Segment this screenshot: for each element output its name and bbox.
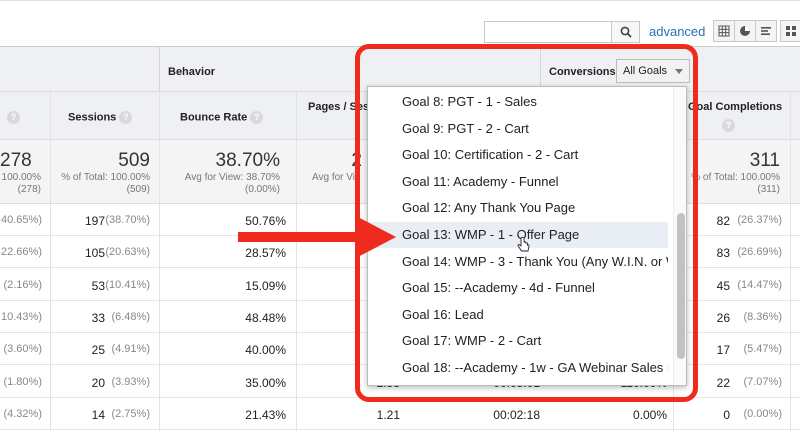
goal-option[interactable]: Goal 11: Academy - Funnel [368, 169, 668, 195]
pie-view-icon [740, 26, 750, 36]
bounce-rate-cell: 40.00% [245, 343, 286, 358]
sessions-pct-cell: (10.41%) [105, 278, 150, 291]
table-view-icon [718, 25, 730, 37]
bounce-rate-cell: 21.43% [245, 407, 286, 422]
pages-session-cell: 1.21 [376, 407, 400, 422]
table-row[interactable]: (4.32%) 14 (2.75%) 21.43% 1.21 00:02:18 0.00% 0… [0, 397, 800, 430]
users-total: 278 [0, 150, 32, 171]
dropdown-scroll-thumb[interactable] [677, 213, 685, 359]
bounce-rate-cell: 15.09% [245, 278, 286, 293]
pie-view-button[interactable] [734, 20, 756, 42]
sessions-cell: 14 [91, 407, 105, 422]
grid-view-icon [786, 26, 796, 36]
help-icon[interactable]: ? [119, 111, 133, 124]
sessions-pct-cell: (20.63%) [105, 246, 150, 259]
table-view-button[interactable] [713, 20, 735, 42]
sessions-cell: 105 [84, 246, 105, 261]
sessions-cell: 197 [84, 214, 105, 228]
goals-total: 311 [749, 150, 780, 171]
goal-completions-pct-cell: (5.47%) [743, 343, 782, 356]
help-icon[interactable]: ? [250, 111, 264, 124]
bounce-rate-cell: 48.48% [245, 310, 286, 325]
bounce-rate-header[interactable]: Bounce Rate? [180, 111, 264, 124]
sessions-header-label: Sessions [68, 111, 117, 124]
users-pct-cell: 40.65%) [1, 214, 42, 226]
sessions-cell: 53 [91, 278, 105, 293]
list-view-icon [761, 27, 771, 35]
sessions-total-sub2: (509) [126, 184, 150, 195]
goal-completions-pct-cell: (7.07%) [743, 375, 782, 388]
sessions-cell: 20 [91, 375, 105, 390]
goal-completions-pct-cell: (8.36%) [743, 310, 782, 323]
sessions-pct-cell: (2.75%) [111, 407, 150, 420]
sessions-pct-cell: (4.91%) [111, 343, 150, 356]
search-icon [620, 26, 632, 38]
users-pct-cell: 10.43%) [1, 310, 42, 323]
users-pct-cell: (2.16%) [3, 278, 42, 291]
users-header[interactable]: ? [4, 111, 20, 124]
goal-option[interactable]: Goal 8: PGT - 1 - Sales [368, 89, 668, 115]
advanced-filter-link[interactable]: advanced [649, 24, 705, 39]
list-view-button[interactable] [755, 20, 777, 42]
conversion-rate-cell: 0.00% [632, 407, 667, 422]
goals-dropdown-menu: Goal 8: PGT - 1 - Sales Goal 9: PGT - 2 -… [367, 86, 687, 386]
view-switcher [713, 20, 800, 42]
dropdown-scrollbar[interactable] [673, 87, 686, 385]
bounce-total-sub2: (0.00%) [244, 184, 280, 195]
avg-duration-cell: 00:02:18 [493, 407, 540, 422]
sessions-header[interactable]: Sessions? [68, 111, 133, 124]
help-icon[interactable]: ? [7, 111, 20, 124]
sessions-pct-cell: (3.93%) [111, 375, 150, 388]
goal-completions-cell: 0 [723, 407, 730, 422]
annotation-arrow-icon [238, 216, 396, 258]
sessions-pct-cell: (38.70%) [105, 214, 150, 226]
goal-option[interactable]: Goal 17: WMP - 2 - Cart [368, 328, 668, 354]
goal-option[interactable]: Goal 16: Lead [368, 302, 668, 328]
goals-total-sub2: (311) [757, 184, 780, 195]
search-button[interactable] [612, 21, 640, 43]
behavior-group-label: Behavior [168, 66, 216, 78]
help-icon[interactable]: ? [722, 119, 735, 132]
goal-completions-header[interactable]: Goal Completions [688, 101, 782, 113]
goal-completions-header-label: Goal Completions [688, 101, 783, 113]
goal-option[interactable]: Goal 15: --Academy - 4d - Funnel [368, 275, 668, 301]
users-total-sub: 100.00% [1, 172, 41, 183]
goal-completions-pct-cell: (14.47%) [737, 278, 782, 291]
users-pct-cell: (1.80%) [3, 375, 42, 388]
goal-option[interactable]: Goal 10: Certification - 2 - Cart [368, 142, 668, 168]
goal-option[interactable]: Goal 18: --Academy - 1w - GA Webinar Sal… [368, 355, 668, 381]
bounce-total: 38.70% [215, 150, 280, 171]
sessions-total-sub: % of Total: 100.00% [61, 172, 150, 183]
users-total-sub2: (278) [17, 184, 41, 195]
goal-completions-pct-cell: (26.69%) [737, 246, 782, 259]
sessions-cell: 33 [91, 310, 105, 325]
report-toolbar: advanced [0, 0, 800, 46]
users-pct-cell: 22.66%) [1, 246, 42, 259]
goal-option[interactable]: Goal 9: PGT - 2 - Cart [368, 116, 668, 142]
users-pct-cell: (4.32%) [3, 407, 42, 420]
grid-view-button[interactable] [780, 20, 800, 42]
hand-cursor-icon [517, 237, 530, 252]
goal-option[interactable]: Goal 12: Any Thank You Page [368, 195, 668, 221]
goal-completions-pct-cell: (0.00%) [743, 407, 782, 420]
users-pct-cell: (3.60%) [3, 343, 42, 356]
sessions-cell: 25 [91, 343, 105, 358]
sessions-pct-cell: (6.48%) [111, 310, 150, 323]
bounce-rate-cell: 35.00% [245, 375, 286, 390]
bounce-rate-header-label: Bounce Rate [180, 111, 248, 124]
goal-completions-pct-cell: (26.37%) [737, 214, 782, 226]
bounce-total-sub: Avg for View: 38.70% [184, 172, 280, 183]
table-search-input[interactable] [484, 21, 612, 43]
sessions-total: 509 [118, 150, 150, 171]
